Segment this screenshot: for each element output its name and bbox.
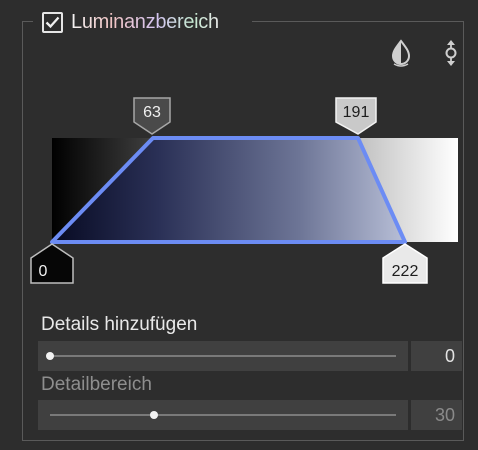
- details-slider-thumb[interactable]: [46, 352, 54, 360]
- group-frame-top-left: [22, 21, 33, 22]
- details-slider-track: [50, 355, 396, 357]
- group-frame-bottom: [22, 440, 464, 441]
- handle-bottom-left[interactable]: 0: [30, 243, 74, 284]
- contrast-drop-icon[interactable]: [387, 38, 415, 68]
- handle-bottom-right[interactable]: 222: [382, 243, 428, 284]
- handle-top-left[interactable]: 63: [133, 97, 171, 135]
- details-label: Details hinzufügen: [41, 314, 198, 335]
- checkmark-icon: [45, 16, 60, 28]
- handle-top-right[interactable]: 191: [335, 97, 377, 135]
- handle-bottom-left-value: 0: [39, 263, 48, 280]
- detail-range-slider[interactable]: [38, 400, 408, 430]
- vertical-arrows-icon[interactable]: [437, 38, 465, 68]
- luminance-range-graph: 63 191 0 222: [30, 97, 458, 284]
- enable-checkbox[interactable]: [42, 11, 63, 33]
- luminance-range-panel: Luminanzbereich 63 191 0 222 Details hin…: [0, 0, 478, 450]
- detail-range-slider-track: [50, 414, 396, 416]
- detail-range-label: Detailbereich: [41, 374, 152, 395]
- details-value-field[interactable]: 0: [411, 341, 462, 371]
- detail-range-slider-thumb[interactable]: [149, 411, 158, 419]
- section-title: Luminanzbereich: [71, 10, 219, 33]
- handle-top-right-value: 191: [343, 104, 370, 121]
- section-header: Luminanzbereich: [40, 7, 225, 37]
- detail-range-value-field[interactable]: 30: [411, 400, 462, 430]
- handle-top-left-value: 63: [143, 104, 161, 121]
- group-frame-top-right: [252, 21, 464, 22]
- handle-bottom-right-value: 222: [392, 263, 419, 280]
- details-slider[interactable]: [38, 341, 408, 371]
